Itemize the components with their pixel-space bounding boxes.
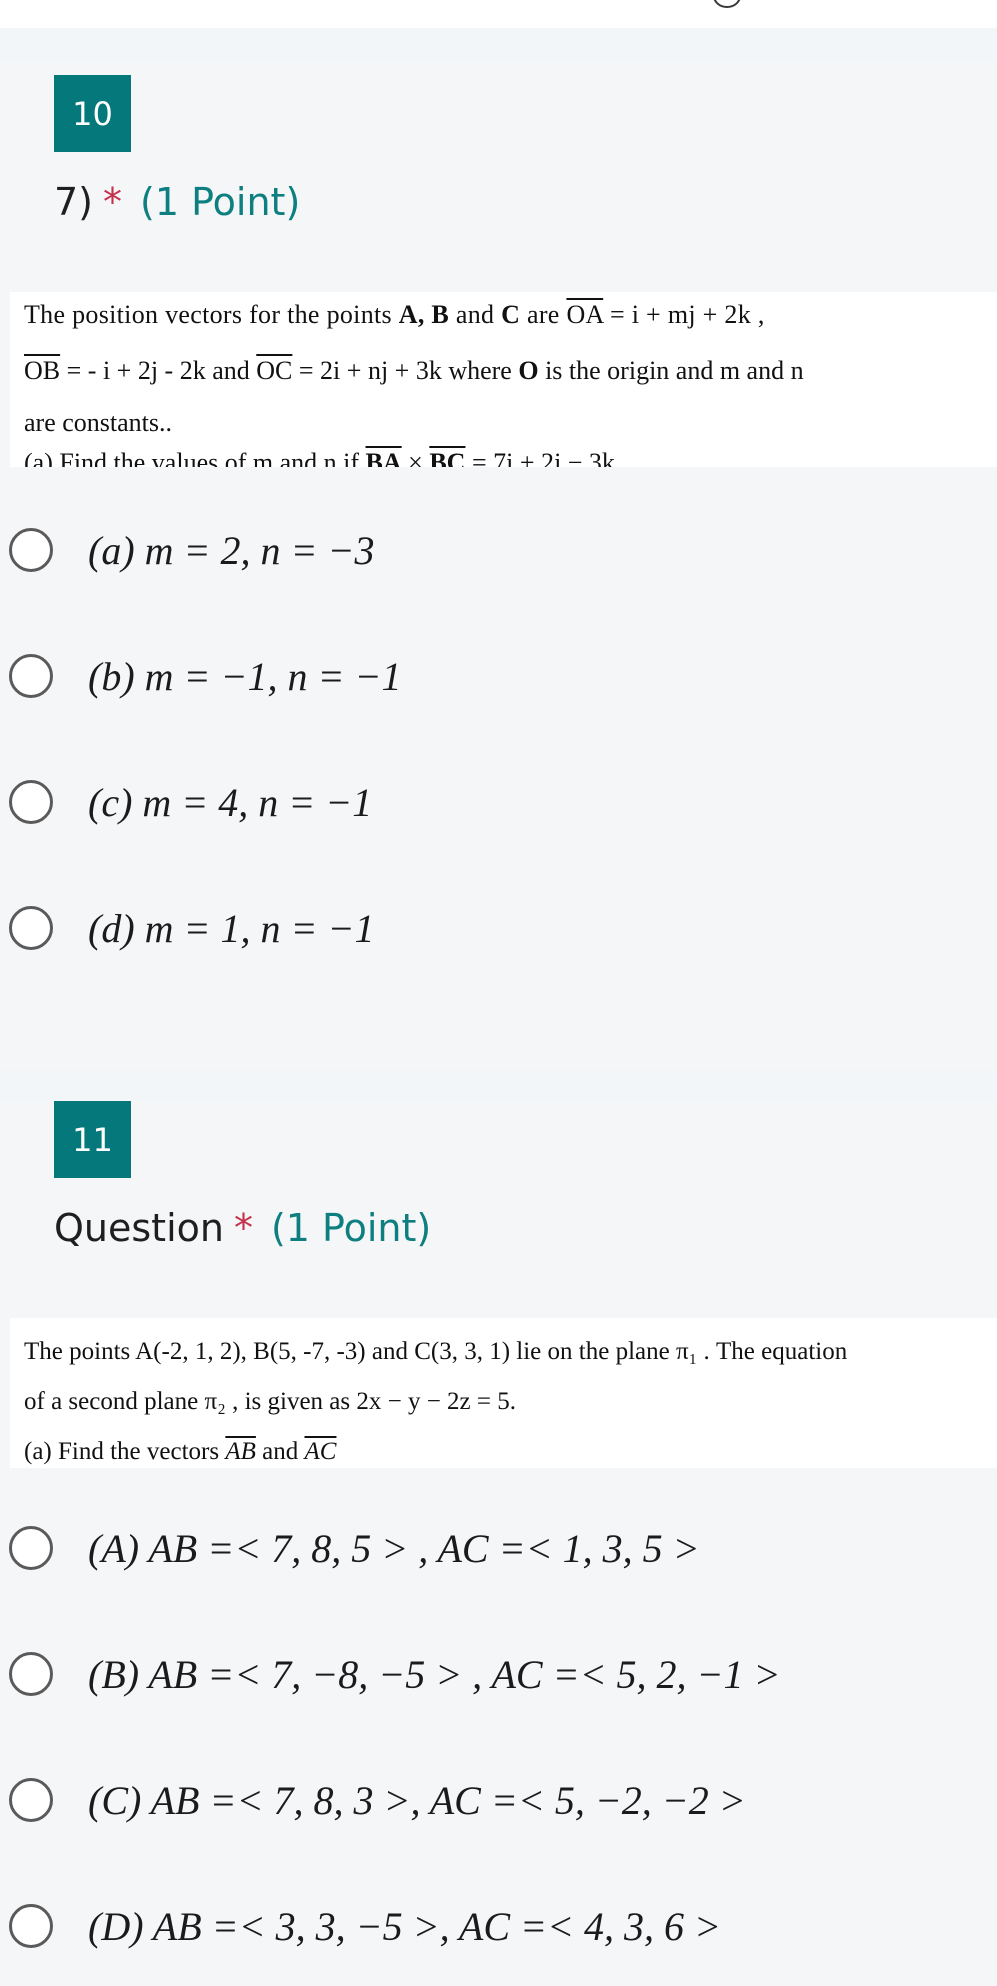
option-label: (c) m = 4, n = −1 <box>88 779 373 825</box>
question-text-line: OB = - i + 2j - 2k and OC = 2i + nj + 3k… <box>24 356 804 386</box>
radio-button[interactable] <box>9 906 53 950</box>
option-label: (A) AB =< 7, 8, 5 > , AC =< 1, 3, 5 > <box>88 1525 700 1571</box>
text-span: (a) Find the vectors <box>24 1438 226 1465</box>
text-span: are <box>520 300 567 329</box>
text-span: C <box>501 300 521 329</box>
option-C[interactable]: (C) AB =< 7, 8, 3 >, AC =< 5, −2, −2 > <box>0 1750 997 1850</box>
points-label: (1 Point) <box>270 1206 432 1250</box>
vector-BC: BC <box>429 448 466 467</box>
radio-button[interactable] <box>9 1652 53 1696</box>
option-B[interactable]: (B) AB =< 7, −8, −5 > , AC =< 5, 2, −1 > <box>0 1624 997 1724</box>
radio-button[interactable] <box>9 1778 53 1822</box>
question-image-11: The points A(-2, 1, 2), B(5, -7, -3) and… <box>10 1318 997 1468</box>
vector-AC: AC <box>304 1438 337 1465</box>
question-title-text: Question <box>54 1206 224 1250</box>
radio-button[interactable] <box>9 1904 53 1948</box>
option-label: (b) m = −1, n = −1 <box>88 653 402 699</box>
question-image-10: The position vectors for the points A, B… <box>10 292 997 467</box>
question-number-badge: 10 <box>54 75 131 152</box>
question-text-line: are constants.. <box>24 408 173 437</box>
vector-AB: AB <box>225 1438 256 1465</box>
top-bar <box>0 0 997 28</box>
radio-button[interactable] <box>9 1526 53 1570</box>
option-b[interactable]: (b) m = −1, n = −1 <box>0 626 997 726</box>
radio-button[interactable] <box>9 528 53 572</box>
option-label: (C) AB =< 7, 8, 3 >, AC =< 5, −2, −2 > <box>88 1777 746 1823</box>
option-D[interactable]: (D) AB =< 3, 3, −5 >, AC =< 4, 3, 6 > <box>0 1876 997 1976</box>
question-text-line: of a second plane π₂ , is given as 2x − … <box>24 1388 517 1415</box>
option-c[interactable]: (c) m = 4, n = −1 <box>0 752 997 852</box>
text-span: is the origin and m and n <box>538 356 804 385</box>
option-label: (B) AB =< 7, −8, −5 > , AC =< 5, 2, −1 > <box>88 1651 781 1697</box>
vector-OB: OB <box>24 356 61 385</box>
option-label: (a) m = 2, n = −3 <box>88 527 375 573</box>
text-span: The position vectors for the points <box>24 300 399 329</box>
question-text-line: The points A(-2, 1, 2), B(5, -7, -3) and… <box>24 1338 848 1365</box>
points-label: (1 Point) <box>140 180 301 224</box>
question-title: 7) * (1 Point) <box>54 180 300 224</box>
vector-OA: OA <box>566 300 604 329</box>
text-span: and <box>255 1438 305 1465</box>
option-A[interactable]: (A) AB =< 7, 8, 5 > , AC =< 1, 3, 5 > <box>0 1498 997 1598</box>
question-title-text: 7) <box>54 180 94 224</box>
question-text-line: (a) Find the vectors AB and AC <box>24 1438 336 1466</box>
text-span: = i + mj + 2k , <box>603 300 765 329</box>
question-text-line: (a) Find the values of m and n if BA × B… <box>24 448 615 467</box>
question-number-badge: 11 <box>54 1101 131 1178</box>
text-span: × <box>401 448 430 467</box>
text-span: (a) Find the values of m and n if <box>24 448 366 467</box>
option-d[interactable]: (d) m = 1, n = −1 <box>0 878 997 978</box>
text-span: = 2i + nj + 3k where <box>292 356 519 385</box>
text-span: and <box>449 300 502 329</box>
circle-icon <box>713 0 741 8</box>
option-label: (D) AB =< 3, 3, −5 >, AC =< 4, 3, 6 > <box>88 1903 722 1949</box>
vector-OC: OC <box>256 356 293 385</box>
option-a[interactable]: (a) m = 2, n = −3 <box>0 500 997 600</box>
required-star: * <box>233 1206 253 1250</box>
radio-button[interactable] <box>9 780 53 824</box>
radio-button[interactable] <box>9 654 53 698</box>
text-span: = - i + 2j - 2k and <box>60 356 257 385</box>
text-span: = 7i + 2j − 3k <box>465 448 615 467</box>
text-span: O <box>518 356 539 385</box>
vector-BA: BA <box>365 448 402 467</box>
question-title: Question * (1 Point) <box>54 1206 431 1250</box>
required-star: * <box>103 180 123 224</box>
question-text-line: The position vectors for the points A, B… <box>24 300 765 330</box>
text-span: A, B <box>398 300 450 329</box>
option-label: (d) m = 1, n = −1 <box>88 905 375 951</box>
